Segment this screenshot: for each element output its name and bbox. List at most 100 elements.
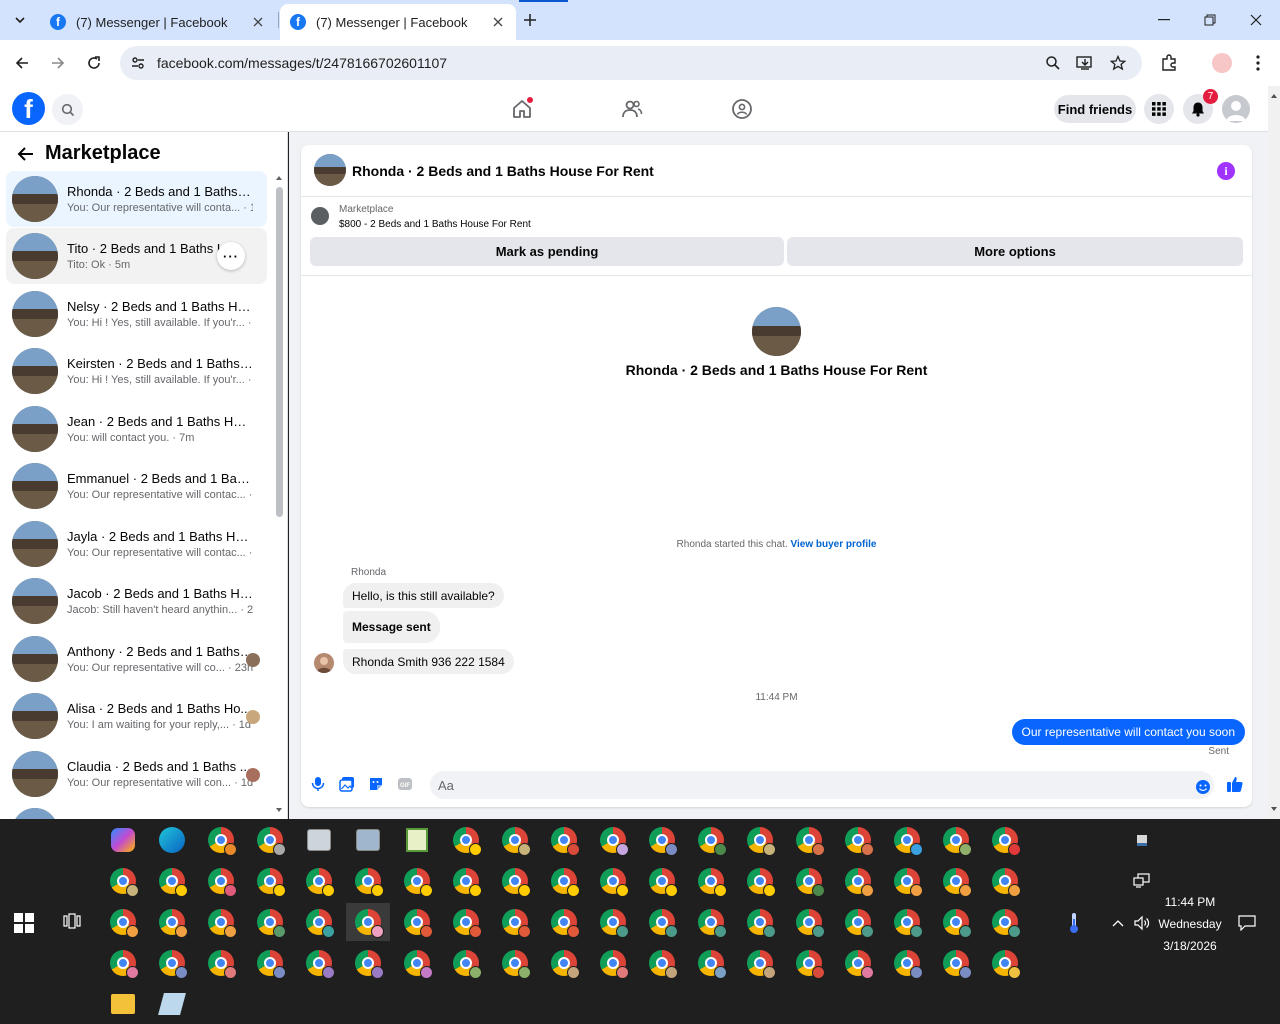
chrome-profile-icon[interactable] bbox=[542, 821, 586, 859]
more-options-button[interactable]: More options bbox=[787, 237, 1243, 266]
chrome-profile-icon[interactable] bbox=[150, 862, 194, 900]
conversation-item[interactable]: Nelsy · 2 Beds and 1 Baths Hous... You: H… bbox=[6, 286, 267, 342]
chrome-profile-icon[interactable] bbox=[738, 944, 782, 982]
chrome-profile-icon[interactable] bbox=[689, 821, 733, 859]
forward-icon[interactable] bbox=[42, 47, 74, 79]
chrome-profile-icon[interactable] bbox=[787, 862, 831, 900]
conversation-item[interactable]: Claudia · 2 Beds and 1 Baths ... You: Our… bbox=[6, 746, 267, 802]
browser-tab-2[interactable]: f (7) Messenger | Facebook bbox=[280, 4, 516, 40]
chrome-profile-icon[interactable] bbox=[934, 821, 978, 859]
chat-title[interactable]: Rhonda · 2 Beds and 1 Baths House For Re… bbox=[352, 163, 654, 179]
chrome-profile-icon[interactable] bbox=[395, 903, 439, 941]
emoji-icon[interactable] bbox=[1192, 776, 1214, 798]
chrome-profile-icon[interactable] bbox=[101, 862, 145, 900]
zoom-icon[interactable] bbox=[1041, 51, 1065, 75]
chrome-profile-icon[interactable] bbox=[150, 944, 194, 982]
conversation-item[interactable]: Alisa · 2 Beds and 1 Baths Ho... You: I a… bbox=[6, 688, 267, 744]
conversation-item[interactable]: Emmanuel · 2 Beds and 1 Baths ... You: Ou… bbox=[6, 458, 267, 514]
chrome-profile-icon[interactable] bbox=[199, 944, 243, 982]
new-tab-icon[interactable] bbox=[518, 8, 542, 32]
chrome-profile-icon[interactable] bbox=[934, 862, 978, 900]
chrome-profile-icon[interactable] bbox=[885, 903, 929, 941]
chrome-profile-icon[interactable] bbox=[934, 944, 978, 982]
listing-price[interactable]: $800 - 2 Beds and 1 Baths House For Rent bbox=[339, 219, 531, 230]
chrome-profile-icon[interactable] bbox=[493, 903, 537, 941]
listing-thumbnail[interactable] bbox=[311, 207, 329, 225]
copilot-icon[interactable] bbox=[101, 821, 145, 859]
mark-as-pending-button[interactable]: Mark as pending bbox=[310, 237, 784, 266]
chrome-profile-icon[interactable] bbox=[885, 821, 929, 859]
view-buyer-profile-link[interactable]: View buyer profile bbox=[791, 539, 877, 550]
chrome-profile-icon[interactable] bbox=[346, 862, 390, 900]
page-scrollbar[interactable] bbox=[1268, 86, 1280, 819]
chrome-profile-icon[interactable] bbox=[885, 862, 929, 900]
back-icon[interactable] bbox=[6, 47, 38, 79]
chrome-profile-icon[interactable] bbox=[836, 944, 880, 982]
photo-icon[interactable] bbox=[336, 773, 358, 795]
chrome-profile-icon[interactable] bbox=[836, 903, 880, 941]
incoming-message[interactable]: Message sent bbox=[343, 611, 440, 643]
chrome-profile-icon[interactable] bbox=[199, 862, 243, 900]
chrome-profile-icon[interactable] bbox=[444, 903, 488, 941]
file-explorer-icon[interactable] bbox=[101, 985, 145, 1023]
chrome-profile-icon[interactable] bbox=[150, 903, 194, 941]
chrome-profile-icon[interactable] bbox=[591, 944, 635, 982]
sidebar-scroll-thumb[interactable] bbox=[276, 187, 283, 517]
find-friends-button[interactable]: Find friends bbox=[1054, 95, 1136, 123]
profile-avatar[interactable] bbox=[1210, 51, 1234, 75]
chrome-profile-icon[interactable] bbox=[983, 903, 1027, 941]
eraser-app-icon[interactable] bbox=[150, 985, 194, 1023]
outgoing-message[interactable]: Our representative will contact you soon bbox=[1011, 719, 1245, 745]
edge-browser-icon[interactable] bbox=[150, 821, 194, 859]
conversation-options-icon[interactable]: ··· bbox=[217, 242, 245, 270]
chrome-profile-icon[interactable] bbox=[542, 903, 586, 941]
conversation-item[interactable]: Tito · 2 Beds and 1 Baths Ho... Tito: Ok … bbox=[6, 228, 267, 284]
chrome-profile-icon[interactable] bbox=[640, 903, 684, 941]
address-bar[interactable]: facebook.com/messages/t/2478166702601107 bbox=[120, 46, 1142, 80]
tray-window-icon[interactable] bbox=[1130, 829, 1154, 853]
chrome-profile-icon[interactable] bbox=[787, 944, 831, 982]
chrome-profile-icon[interactable] bbox=[836, 821, 880, 859]
sticker-icon[interactable] bbox=[365, 773, 387, 795]
task-view-icon[interactable] bbox=[62, 911, 82, 931]
back-arrow-icon[interactable] bbox=[14, 143, 36, 165]
chrome-profile-icon[interactable] bbox=[444, 944, 488, 982]
chrome-profile-icon[interactable] bbox=[591, 903, 635, 941]
chrome-profile-icon[interactable] bbox=[297, 944, 341, 982]
account-avatar[interactable] bbox=[1222, 95, 1250, 123]
chrome-profile-icon[interactable] bbox=[101, 944, 145, 982]
chrome-profile-icon[interactable] bbox=[248, 944, 292, 982]
conversation-item[interactable] bbox=[6, 803, 267, 819]
chrome-profile-icon[interactable] bbox=[738, 862, 782, 900]
temperature-icon[interactable] bbox=[1062, 911, 1086, 935]
chrome-profile-icon[interactable] bbox=[689, 944, 733, 982]
chrome-profile-icon[interactable] bbox=[640, 862, 684, 900]
chrome-profile-icon[interactable] bbox=[787, 903, 831, 941]
reload-icon[interactable] bbox=[78, 47, 110, 79]
chrome-profile-icon[interactable] bbox=[444, 862, 488, 900]
chrome-profile-icon[interactable] bbox=[493, 821, 537, 859]
chrome-profile-icon[interactable] bbox=[689, 862, 733, 900]
gif-icon[interactable]: GIF bbox=[394, 773, 416, 795]
chrome-profile-icon[interactable] bbox=[738, 821, 782, 859]
chrome-profile-icon[interactable] bbox=[493, 862, 537, 900]
conversation-item[interactable]: Keirsten · 2 Beds and 1 Baths H... You: H… bbox=[6, 343, 267, 399]
chrome-profile-icon[interactable] bbox=[983, 862, 1027, 900]
thumbs-up-icon[interactable] bbox=[1224, 773, 1246, 795]
chrome-profile-icon[interactable] bbox=[787, 821, 831, 859]
chrome-profile-icon[interactable] bbox=[199, 903, 243, 941]
chrome-profile-icon[interactable] bbox=[640, 944, 684, 982]
friends-icon[interactable] bbox=[615, 92, 649, 126]
kebab-menu-icon[interactable] bbox=[1246, 51, 1270, 75]
chat-avatar[interactable] bbox=[314, 154, 346, 186]
menu-grid-icon[interactable] bbox=[1144, 94, 1174, 124]
chrome-profile-icon[interactable] bbox=[297, 903, 341, 941]
chrome-profile-icon[interactable] bbox=[591, 862, 635, 900]
chrome-profile-icon[interactable] bbox=[983, 821, 1027, 859]
chrome-profile-icon[interactable] bbox=[248, 821, 292, 859]
install-app-icon[interactable] bbox=[1073, 51, 1097, 75]
conversation-item[interactable]: Anthony · 2 Beds and 1 Baths ... You: Our… bbox=[6, 631, 267, 687]
network-icon[interactable] bbox=[1130, 869, 1154, 893]
chrome-profile-icon[interactable] bbox=[248, 903, 292, 941]
incoming-message[interactable]: Hello, is this still available? bbox=[343, 583, 504, 608]
